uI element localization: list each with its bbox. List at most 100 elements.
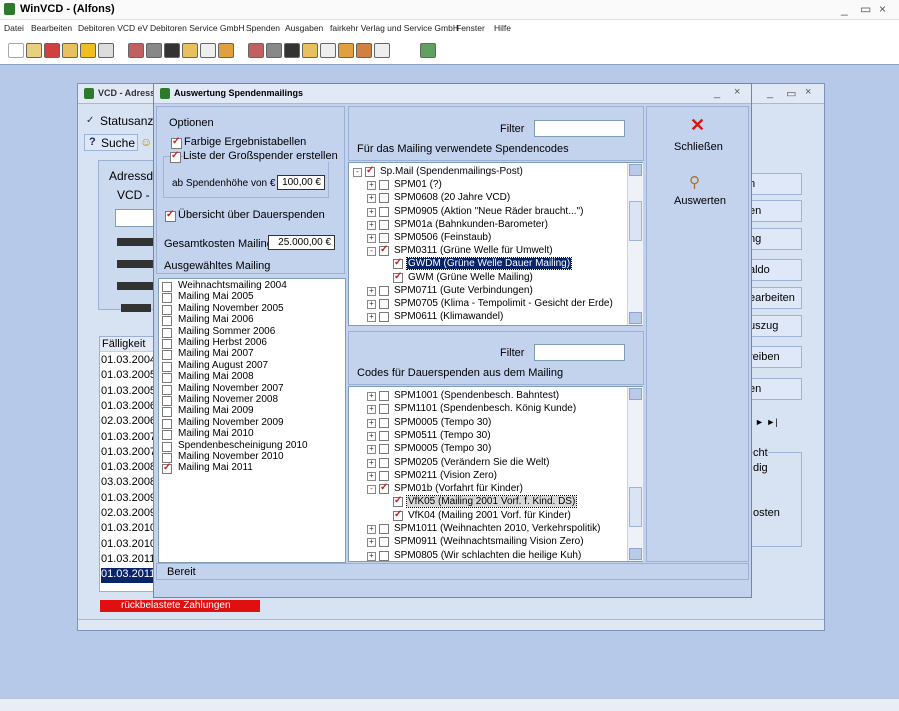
dauer-scroll-thumb[interactable] [629, 487, 642, 527]
tree-checkbox[interactable] [379, 244, 389, 257]
mailing-item[interactable]: Mailing November 2009 [159, 417, 339, 429]
tree-checkbox[interactable] [379, 550, 389, 561]
tree-node[interactable]: + SPM0911 (Weihnachtsmailing Vision Zero) [349, 536, 625, 549]
mailing-checkbox[interactable] [162, 293, 172, 304]
tree-node[interactable]: - SPM0311 (Grüne Welle für Umwelt) [349, 244, 625, 258]
collapse-icon[interactable]: - [367, 485, 376, 495]
tree-node[interactable]: + SPM0506 (Feinstaub) [349, 232, 625, 245]
tree-checkbox[interactable] [393, 509, 403, 521]
menu-debitoren-vcd[interactable]: Debitoren VCD eV [78, 23, 148, 33]
date-row[interactable]: 01.03.2006 [101, 400, 155, 415]
toolbar-icon-4[interactable] [62, 43, 78, 58]
close-x-icon[interactable]: ✕ [690, 115, 705, 136]
tree-node[interactable]: + SPM01 (?) [349, 179, 625, 192]
print-icon-2[interactable] [266, 43, 282, 58]
tree-checkbox[interactable] [379, 391, 389, 401]
toolbar-icon-18[interactable] [338, 43, 354, 58]
date-row[interactable]: 01.03.2011 [101, 553, 155, 568]
minimize-icon[interactable]: _ [841, 2, 848, 16]
date-row[interactable]: 02.03.2006 [101, 415, 155, 430]
expand-icon[interactable]: + [367, 458, 376, 468]
expand-icon[interactable]: + [367, 300, 376, 309]
auswerten-icon[interactable]: ⚲ [689, 173, 700, 191]
expand-icon[interactable]: + [367, 445, 376, 455]
right-button-1[interactable]: en [746, 200, 802, 222]
mailing-checkbox[interactable] [162, 304, 172, 315]
mailing-checkbox[interactable] [162, 350, 172, 361]
tree-node[interactable]: + SPM0711 (Gute Verbindungen) [349, 285, 625, 298]
menu-fairkehr[interactable]: fairkehr Verlag und Service GmbH [330, 23, 459, 33]
tree-checkbox[interactable] [393, 495, 403, 508]
tree-checkbox[interactable] [365, 165, 375, 177]
mailing-checkbox[interactable] [162, 441, 172, 452]
auswerten-button[interactable]: Auswerten [674, 195, 726, 207]
collapse-icon[interactable]: - [353, 168, 362, 177]
tree-checkbox[interactable] [393, 257, 403, 270]
tree-checkbox[interactable] [379, 233, 389, 243]
right-button-2[interactable]: ng [746, 228, 802, 250]
mailing-checkbox[interactable] [162, 384, 172, 395]
tree-node[interactable]: GWDM (Grüne Welle Dauer Mailing) [349, 257, 625, 271]
maximize-icon[interactable]: ▭ [860, 2, 871, 16]
tree-checkbox[interactable] [379, 299, 389, 309]
codes-scrollbar[interactable] [627, 163, 643, 325]
mailing-item[interactable]: Mailing Mai 2005 [159, 291, 339, 304]
collapse-icon[interactable]: - [367, 247, 376, 257]
mailing-item[interactable]: Mailing August 2007 [159, 360, 339, 372]
tree-node[interactable]: + SPM0211 (Vision Zero) [349, 470, 625, 483]
codes-tree[interactable]: - Sp.Mail (Spendenmailings-Post) + SPM01 (?… [348, 162, 643, 326]
liste-checkbox[interactable] [170, 150, 181, 163]
menu-datei[interactable]: Datei [4, 23, 24, 33]
dauer-tree[interactable]: + SPM1001 (Spendenbesch. Bahntest) + SPM110… [348, 386, 643, 562]
toolbar-icon-1[interactable] [8, 43, 24, 58]
tree-checkbox[interactable] [379, 444, 389, 455]
toolbar-icon-19[interactable] [356, 43, 372, 58]
mailing-item[interactable]: Mailing Mai 2007 [159, 348, 339, 361]
mailing-item[interactable]: Mailing Mai 2011 [159, 462, 339, 475]
toolbar-icon-10[interactable] [182, 43, 198, 58]
expand-icon[interactable]: + [367, 525, 376, 534]
right-button-6[interactable]: reiben [746, 346, 802, 368]
tree-node[interactable]: VfK05 (Mailing 2001 Vorf. f. Kind. DS) [349, 495, 625, 509]
child-maximize-icon[interactable]: ▭ [786, 87, 796, 100]
menu-debitoren-service[interactable]: Debitoren Service GmbH [150, 23, 244, 33]
dialog-minimize-icon[interactable]: _ [714, 87, 720, 99]
toolbar-icon-20[interactable] [374, 43, 390, 58]
tree-node[interactable]: + SPM0705 (Klima - Tempolimit - Gesicht d… [349, 298, 625, 311]
tree-checkbox[interactable] [379, 312, 389, 323]
tree-node[interactable]: + SPM0511 (Tempo 30) [349, 430, 625, 443]
codes-scroll-down[interactable] [629, 312, 642, 324]
tree-node[interactable]: + SPM0805 (Wir schlachten die heilige Kuh… [349, 550, 625, 563]
mailing-item[interactable]: Mailing November 2005 [159, 303, 339, 315]
menu-spenden[interactable]: Spenden [246, 23, 280, 33]
date-row[interactable]: 01.03.2007 [101, 446, 155, 461]
date-row[interactable]: 01.03.2009 [101, 492, 155, 507]
gesamtkosten-input[interactable]: 25.000,00 € [268, 235, 335, 250]
warning-icon[interactable] [80, 43, 96, 58]
nav-arrows[interactable]: ► ►| [755, 417, 778, 427]
tree-checkbox[interactable] [379, 524, 389, 534]
print-icon[interactable] [146, 43, 162, 58]
expand-icon[interactable]: + [367, 418, 376, 428]
suche-button[interactable]: ? Suche [84, 134, 138, 151]
mailing-checkbox[interactable] [162, 282, 172, 292]
tree-node[interactable]: + SPM0905 (Aktion "Neue Räder braucht..."… [349, 206, 625, 219]
toolbar-icon-12[interactable] [218, 43, 234, 58]
toolbar-icon-6[interactable] [98, 43, 114, 58]
tree-checkbox[interactable] [379, 404, 389, 415]
filter-input-2[interactable] [534, 344, 625, 361]
expand-icon[interactable]: + [367, 234, 376, 243]
toolbar-icon-11[interactable] [200, 43, 216, 58]
mailing-item[interactable]: Mailing Sommer 2006 [159, 326, 339, 338]
expand-icon[interactable]: + [367, 551, 376, 561]
mailing-item[interactable]: Mailing Mai 2009 [159, 405, 339, 418]
child-minimize-icon[interactable]: _ [767, 87, 773, 99]
schliessen-button[interactable]: Schließen [674, 141, 723, 153]
dauer-scroll-down[interactable] [629, 548, 642, 560]
tree-checkbox[interactable] [379, 219, 389, 230]
toolbar-icon-22[interactable] [420, 43, 436, 58]
date-row[interactable]: 01.03.2005 [101, 369, 155, 384]
date-row[interactable]: 02.03.2009 [101, 507, 155, 522]
dauer-scrollbar[interactable] [627, 387, 643, 561]
toolbar-icon-2[interactable] [26, 43, 42, 58]
